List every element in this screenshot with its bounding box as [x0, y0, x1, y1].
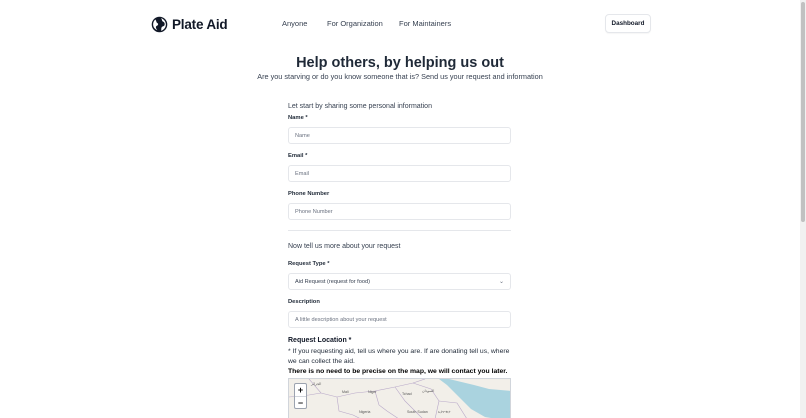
nav-link-anyone[interactable]: Anyone [282, 19, 307, 28]
request-info-heading: Now tell us more about your request [288, 243, 401, 250]
section-divider [288, 230, 511, 231]
map-label-south-sudan: South Sudan [407, 410, 428, 414]
globe-icon [151, 16, 168, 32]
description-label: Description [288, 299, 320, 305]
page-scrollbar[interactable] [800, 0, 806, 418]
brand-logo[interactable]: Plate Aid [151, 15, 228, 33]
zoom-out-button[interactable]: − [295, 396, 306, 408]
map-zoom-control: + − [294, 383, 307, 409]
page-title: Help others, by helping us out [296, 55, 504, 71]
map-tiles [289, 379, 510, 418]
request-type-select[interactable]: Aid Request (request for food) ⌄ [288, 273, 511, 290]
scrollbar-thumb[interactable] [801, 2, 805, 222]
email-label: Email * [288, 153, 308, 159]
brand-name: Plate Aid [172, 16, 228, 32]
phone-field[interactable]: Phone Number [288, 203, 511, 220]
zoom-in-button[interactable]: + [295, 384, 306, 396]
page-subtitle: Are you starving or do you know someone … [257, 72, 543, 81]
email-placeholder: Email [295, 170, 309, 177]
name-field[interactable]: Name [288, 127, 511, 144]
request-location-title: Request Location * [288, 337, 352, 344]
personal-info-heading: Let start by sharing some personal infor… [288, 103, 432, 110]
phone-label: Phone Number [288, 191, 330, 197]
name-placeholder: Name [295, 132, 310, 139]
request-location-note: There is no need to be precise on the ma… [288, 368, 508, 375]
description-placeholder: A little description about your request [295, 316, 387, 323]
location-map[interactable]: الجزائر Mali Niger Tchad السودان Nigeria… [288, 378, 511, 418]
map-label-mali: Mali [342, 390, 349, 394]
map-label-sudan: السودان [422, 389, 435, 393]
map-label-algeria: الجزائر [311, 382, 322, 386]
nav-link-maintainers[interactable]: For Maintainers [399, 19, 451, 28]
request-location-help: * If you requesting aid, tell us where y… [288, 348, 510, 366]
top-navbar: Plate Aid Anyone For Organization For Ma… [0, 0, 800, 48]
description-field[interactable]: A little description about your request [288, 311, 511, 328]
nav-link-organization[interactable]: For Organization [327, 19, 383, 28]
dashboard-button[interactable]: Dashboard [605, 14, 651, 33]
request-type-value: Aid Request (request for food) [295, 278, 370, 285]
map-label-chad: Tchad [402, 392, 412, 396]
email-field[interactable]: Email [288, 165, 511, 182]
map-label-ethiopia: ኢትዮጵያ [438, 410, 451, 414]
phone-placeholder: Phone Number [295, 208, 333, 215]
map-label-niger: Niger [368, 390, 377, 394]
name-label: Name * [288, 115, 308, 121]
map-label-nigeria: Nigeria [359, 410, 371, 414]
chevron-down-icon: ⌄ [498, 279, 504, 285]
request-type-label: Request Type * [288, 261, 330, 267]
